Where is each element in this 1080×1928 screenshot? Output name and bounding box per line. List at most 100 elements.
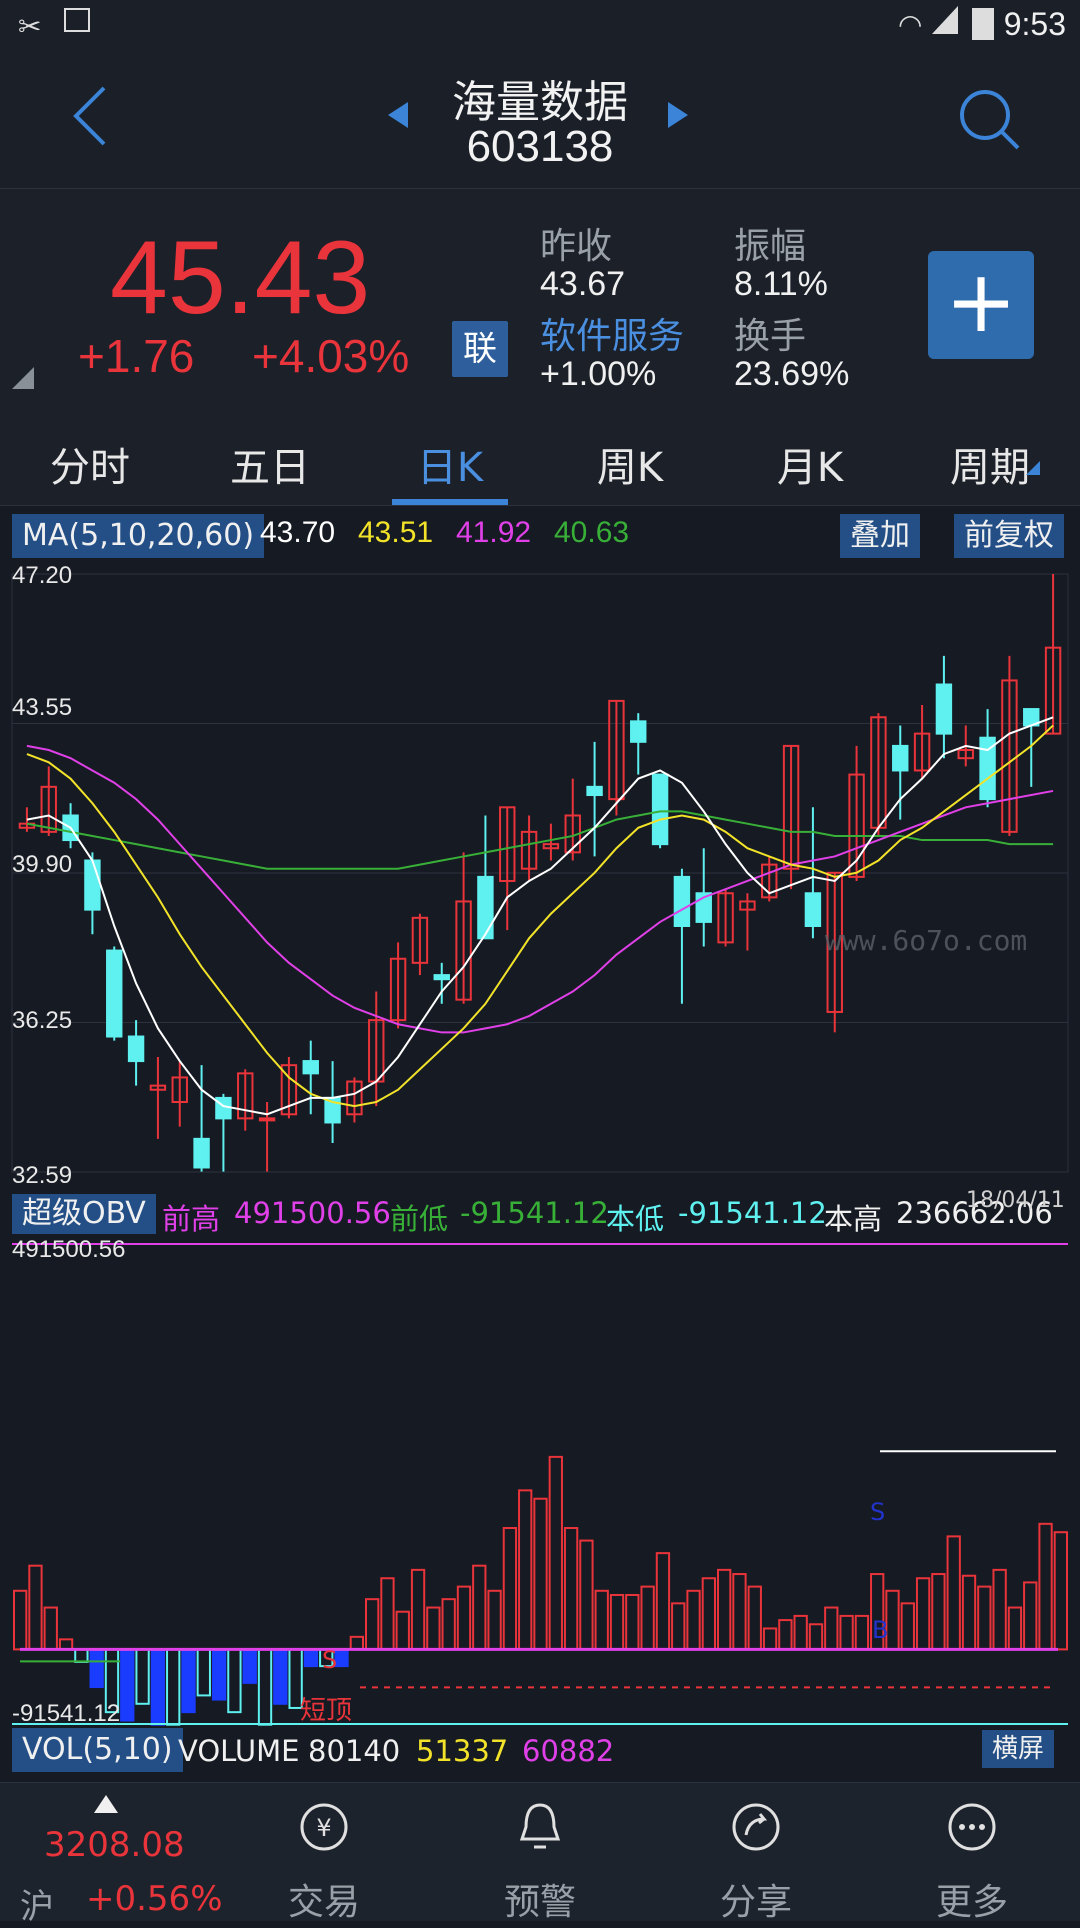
obv-bar	[839, 1614, 854, 1651]
obv-marker-b: B	[872, 1616, 889, 1644]
obv-bar	[701, 1577, 717, 1651]
obv-bar	[410, 1568, 426, 1651]
obv-bar	[808, 1623, 824, 1651]
candle-body	[302, 1060, 319, 1075]
obv-bar	[74, 1648, 89, 1663]
candle-body	[892, 744, 909, 772]
nav-more[interactable]: 更多	[864, 1783, 1080, 1923]
obv-bar	[824, 1606, 839, 1651]
notification-icon: ✂	[18, 10, 42, 43]
obv-bar	[747, 1585, 762, 1651]
trade-icon: ¥	[300, 1803, 348, 1851]
header: 海量数据 603138	[0, 52, 1080, 189]
obv-bar	[533, 1497, 548, 1651]
obv-bar	[854, 1614, 870, 1651]
obv-legend: 超级OBV 前高 491500.56 前低 -91541.12 本低 -9154…	[0, 1188, 1080, 1238]
search-icon[interactable]	[958, 88, 1022, 152]
add-watchlist-button[interactable]: +	[928, 251, 1034, 359]
landscape-button[interactable]: 横屏	[982, 1730, 1055, 1768]
prev-close-label: 昨收	[540, 226, 613, 267]
candle-body	[804, 892, 822, 928]
vol-legend: VOL(5,10) VOLUME 80140 51337 60882 横屏	[0, 1726, 1080, 1774]
sector-change: +1.00%	[540, 355, 657, 393]
candle-body	[477, 875, 494, 940]
obv-bar	[227, 1648, 242, 1714]
obv-axis-top: 491500.56	[12, 1236, 126, 1263]
obv-bar	[487, 1589, 502, 1651]
stock-code: 603138	[466, 122, 614, 171]
amplitude-label: 振幅	[734, 226, 807, 267]
obv-label[interactable]: 超级OBV	[12, 1194, 156, 1234]
period-tabs: 分时 五日 日K 周K 月K 周期	[0, 413, 1080, 506]
obv-bar	[380, 1577, 395, 1651]
up-arrow-icon	[94, 1795, 118, 1813]
tab-monthly-k[interactable]: 月K	[720, 435, 900, 493]
candle-body	[215, 1096, 232, 1120]
tab-period[interactable]: 周期	[900, 435, 1080, 493]
obv-date: 18/04/11	[966, 1188, 1065, 1213]
obv-chart[interactable]	[0, 1238, 1080, 1726]
candle-body	[127, 1035, 145, 1063]
nav-share[interactable]: 分享	[648, 1783, 864, 1923]
obv-bar	[548, 1455, 563, 1651]
nav-alert[interactable]: 预警	[432, 1783, 648, 1923]
obv-bar	[181, 1648, 196, 1714]
obv-bar	[211, 1648, 227, 1701]
image-icon	[64, 8, 90, 32]
bottom-nav: 3208.08 沪 +0.56% ¥ 交易 预警 分享 更多	[0, 1782, 1080, 1927]
obv-bar	[1053, 1531, 1069, 1651]
overlay-button[interactable]: 叠加	[840, 514, 920, 558]
obv-bar	[502, 1527, 518, 1651]
dropdown-corner-icon	[1026, 461, 1040, 475]
obv-bar	[563, 1527, 579, 1651]
obv-bar	[946, 1535, 961, 1651]
index-widget[interactable]: 3208.08 沪 +0.56%	[0, 1783, 223, 1927]
obv-bar	[28, 1564, 43, 1651]
tab-five-day[interactable]: 五日	[180, 435, 360, 493]
obv-bar	[395, 1610, 410, 1651]
tab-intraday[interactable]: 分时	[0, 435, 180, 493]
obv-bar	[426, 1606, 441, 1651]
nav-trade-label: 交易	[287, 1882, 360, 1923]
candlestick-chart[interactable]	[0, 560, 1080, 1190]
obv-bar	[1038, 1522, 1053, 1651]
sector-link[interactable]: 软件服务	[540, 307, 684, 359]
candle-body	[193, 1137, 210, 1169]
obv-marker-s-bottom: S	[322, 1646, 338, 1674]
obv-bar	[441, 1598, 456, 1651]
tab-weekly-k[interactable]: 周K	[540, 435, 720, 493]
obv-bar	[609, 1593, 625, 1651]
obv-bar	[931, 1573, 946, 1651]
price-axis-3: 39.90	[12, 851, 73, 878]
stock-name: 海量数据	[452, 77, 628, 128]
ma5-value: 43.70	[260, 516, 336, 549]
candle-body	[630, 720, 647, 743]
obv-bar	[1023, 1581, 1038, 1651]
obv-bar	[257, 1648, 273, 1726]
share-icon	[732, 1803, 780, 1851]
nav-share-label: 分享	[719, 1882, 792, 1923]
obv-bar	[717, 1568, 732, 1651]
ma20-value: 41.92	[456, 516, 532, 549]
obv-bar	[472, 1564, 487, 1651]
nav-trade[interactable]: ¥ 交易	[216, 1783, 432, 1923]
obv-bar	[456, 1585, 472, 1651]
tab-daily-k[interactable]: 日K	[360, 435, 540, 493]
next-stock-icon[interactable]	[666, 100, 690, 130]
obv-bar	[961, 1574, 977, 1651]
status-time: 9:53	[1003, 6, 1066, 42]
nav-alert-label: 预警	[503, 1882, 576, 1923]
obv-prev-low-label: 前低	[390, 1202, 449, 1236]
index-value: 3208.08	[44, 1825, 185, 1865]
vol-label[interactable]: VOL(5,10)	[12, 1728, 183, 1772]
candle-body	[651, 773, 669, 846]
ma-label[interactable]: MA(5,10,20,60)	[12, 514, 265, 558]
linked-button[interactable]: 联	[452, 321, 508, 377]
status-bar: ✂ ◠ 9:53	[0, 0, 1080, 52]
bell-icon	[519, 1803, 561, 1849]
index-change: +0.56%	[86, 1879, 223, 1919]
adjust-button[interactable]: 前复权	[954, 514, 1064, 558]
price-axis-bottom: 32.59	[12, 1162, 73, 1189]
obv-bar	[671, 1602, 686, 1651]
candle-body	[935, 683, 953, 735]
